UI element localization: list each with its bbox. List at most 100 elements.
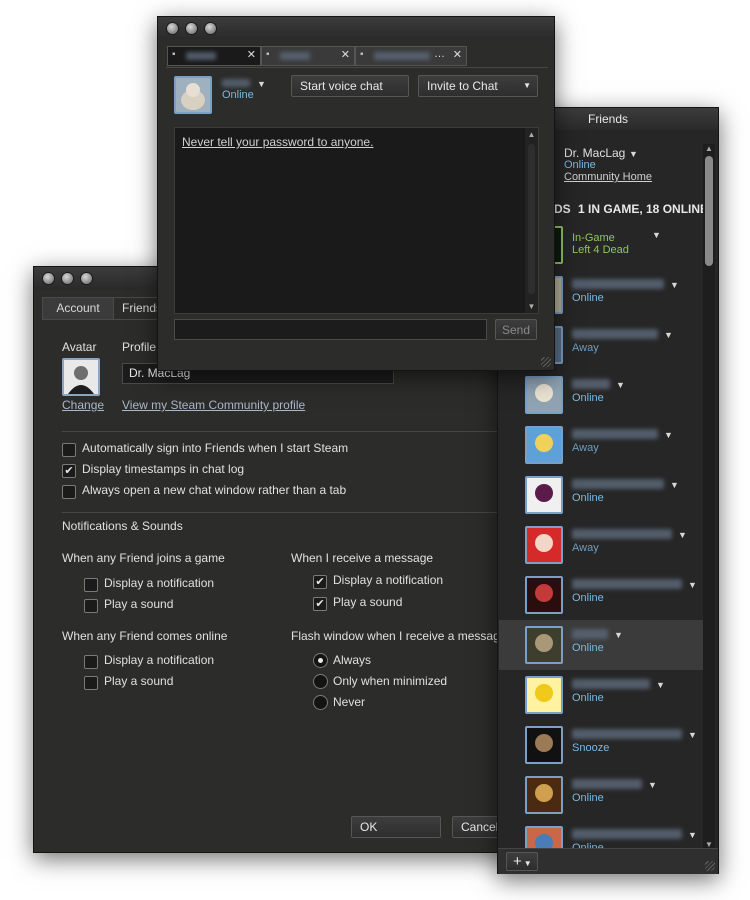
comes-online-heading: When any Friend comes online — [62, 629, 228, 643]
start-voice-chat-button[interactable]: Start voice chat — [291, 75, 409, 97]
new-window-checkbox[interactable] — [62, 485, 76, 499]
auto-signin-checkbox[interactable] — [62, 443, 76, 457]
zoom-window-button[interactable] — [205, 23, 216, 34]
more-icon: … — [434, 48, 445, 60]
friend-menu-chevron-icon[interactable]: ▼ — [656, 680, 665, 690]
flash-always-radio[interactable] — [313, 653, 328, 668]
close-tab-icon[interactable]: ✕ — [247, 48, 256, 61]
tab-friends-label: Friends — [122, 301, 163, 315]
friend-avatar[interactable] — [525, 676, 563, 714]
receive-message-sound-checkbox[interactable]: ✔ — [313, 597, 327, 611]
friend-menu-chevron-icon[interactable]: ▼ — [616, 380, 625, 390]
close-window-button[interactable] — [43, 273, 54, 284]
scroll-up-arrow-icon[interactable]: ▲ — [525, 130, 538, 139]
divider — [62, 431, 502, 432]
friend-avatar[interactable] — [525, 426, 563, 464]
invite-to-chat-button[interactable]: Invite to Chat ▼ — [418, 75, 538, 97]
chat-window: ▪ ✕ ▪ ✕ ▪ … ✕ ▼ Online Start voice chat … — [157, 16, 555, 371]
view-profile-link[interactable]: View my Steam Community profile — [122, 398, 305, 412]
friend-game: Left 4 Dead — [572, 244, 629, 256]
chat-tab[interactable]: ▪ ✕ — [167, 46, 261, 66]
timestamps-checkbox[interactable]: ✔ — [62, 464, 76, 478]
friend-list-item[interactable]: ▼ Online — [499, 570, 704, 620]
friend-avatar[interactable] — [525, 526, 563, 564]
friend-menu-chevron-icon[interactable]: ▼ — [664, 330, 673, 340]
invite-to-chat-label: Invite to Chat — [427, 79, 498, 93]
flash-window-heading: Flash window when I receive a message — [291, 629, 507, 643]
friend-menu-chevron-icon[interactable]: ▼ — [688, 730, 697, 740]
community-home-link[interactable]: Community Home — [564, 171, 652, 183]
chat-tab[interactable]: ▪ … ✕ — [355, 46, 467, 66]
change-avatar-link[interactable]: Change — [62, 398, 104, 412]
friend-name — [572, 429, 658, 439]
friend-menu-chevron-icon[interactable]: ▼ — [670, 480, 679, 490]
send-button[interactable]: Send — [495, 319, 537, 340]
comes-online-display-checkbox[interactable] — [84, 655, 98, 669]
friend-list-item[interactable]: ▼ Snooze — [499, 720, 704, 770]
friend-menu-chevron-icon[interactable]: ▼ — [688, 830, 697, 840]
close-tab-icon[interactable]: ✕ — [453, 48, 462, 61]
zoom-window-button[interactable] — [81, 273, 92, 284]
friends-user-name[interactable]: Dr. MacLag — [564, 146, 625, 160]
user-avatar[interactable] — [62, 358, 100, 396]
add-friend-button[interactable]: + ▼ — [506, 852, 538, 871]
friend-list-item[interactable]: ▼ Away — [499, 420, 704, 470]
flash-always-label: Always — [333, 653, 372, 667]
friend-avatar[interactable] — [525, 476, 563, 514]
friend-list-item[interactable]: ▼ Online — [499, 670, 704, 720]
ok-button[interactable]: OK — [351, 816, 441, 838]
password-warning-link[interactable]: Never tell your password to anyone. — [182, 135, 373, 149]
friend-menu-chevron-icon[interactable]: ▼ — [664, 430, 673, 440]
friends-scrollbar[interactable]: ▲ ▼ — [703, 144, 715, 850]
scroll-track[interactable] — [528, 144, 535, 294]
friend-menu-chevron-icon[interactable]: ▼ — [678, 530, 687, 540]
friend-menu-chevron-icon[interactable]: ▼ — [670, 280, 679, 290]
friend-name — [572, 579, 682, 589]
friend-menu-chevron-icon[interactable]: ▼ — [688, 580, 697, 590]
friend-avatar[interactable] — [525, 826, 563, 848]
flash-minimized-radio[interactable] — [313, 674, 328, 689]
user-menu-chevron-icon[interactable]: ▼ — [629, 149, 638, 159]
auto-signin-label: Automatically sign into Friends when I s… — [82, 441, 349, 455]
scroll-thumb[interactable] — [705, 156, 713, 266]
friend-list-item[interactable]: ▼ Online — [499, 370, 704, 420]
tab-account[interactable]: Account — [42, 297, 114, 319]
friend-avatar[interactable] — [525, 376, 563, 414]
chat-friend-avatar[interactable] — [174, 76, 212, 114]
friend-menu-chevron-icon[interactable]: ▼ — [257, 79, 266, 89]
friend-menu-chevron-icon[interactable]: ▼ — [652, 230, 661, 240]
flash-never-radio[interactable] — [313, 695, 328, 710]
resize-grip-icon[interactable] — [541, 357, 551, 367]
chat-input[interactable] — [174, 319, 487, 340]
joins-game-display-label: Display a notification — [104, 576, 215, 590]
resize-grip-icon[interactable] — [705, 861, 715, 871]
receive-message-display-checkbox[interactable]: ✔ — [313, 575, 327, 589]
minimize-window-button[interactable] — [62, 273, 73, 284]
scroll-down-arrow-icon[interactable]: ▼ — [525, 302, 538, 311]
joins-game-display-checkbox[interactable] — [84, 578, 98, 592]
friend-avatar[interactable] — [525, 726, 563, 764]
friend-list-item[interactable]: ▼ Online — [499, 620, 704, 670]
close-window-button[interactable] — [167, 23, 178, 34]
friend-list-item[interactable]: ▼ Online — [499, 820, 704, 848]
friend-menu-chevron-icon[interactable]: ▼ — [648, 780, 657, 790]
friend-menu-chevron-icon[interactable]: ▼ — [614, 630, 623, 640]
friend-avatar[interactable] — [525, 626, 563, 664]
friend-list-item[interactable]: ▼ Online — [499, 770, 704, 820]
friend-list-item[interactable]: ▼ Away — [499, 520, 704, 570]
scroll-up-arrow-icon[interactable]: ▲ — [703, 144, 715, 154]
chat-log-scrollbar[interactable]: ▲ ▼ — [525, 128, 538, 313]
minimize-window-button[interactable] — [186, 23, 197, 34]
close-tab-icon[interactable]: ✕ — [341, 48, 350, 61]
friend-status: In-Game — [572, 232, 615, 244]
friend-status: Away — [572, 342, 599, 354]
friends-header-counts: 1 IN GAME, 18 ONLINE — [578, 202, 709, 216]
friend-list-item[interactable]: ▼ Online — [499, 470, 704, 520]
comes-online-sound-checkbox[interactable] — [84, 676, 98, 690]
joins-game-sound-checkbox[interactable] — [84, 599, 98, 613]
chat-log[interactable]: Never tell your password to anyone. ▲ ▼ — [174, 127, 539, 314]
friend-avatar[interactable] — [525, 576, 563, 614]
friend-avatar[interactable] — [525, 776, 563, 814]
friend-name — [572, 779, 642, 789]
chat-tab[interactable]: ▪ ✕ — [261, 46, 355, 66]
